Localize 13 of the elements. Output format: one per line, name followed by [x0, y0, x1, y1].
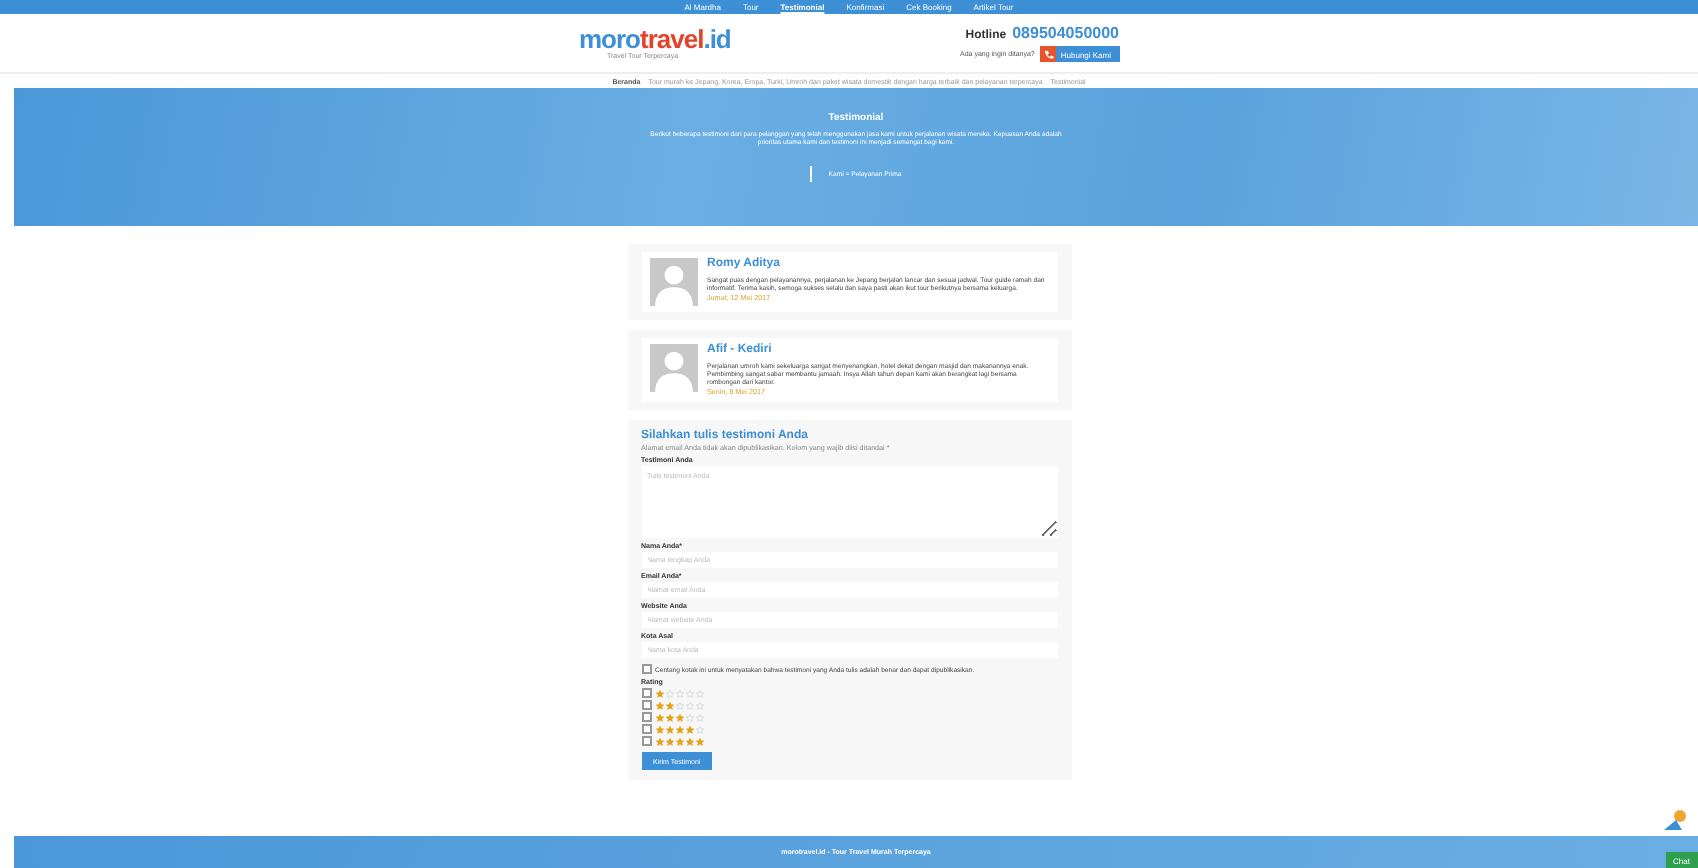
logo-text: morotravel.id: [579, 26, 731, 52]
avatar-silhouette-icon: [649, 258, 697, 306]
agree-checkbox[interactable]: [641, 664, 651, 675]
rating-radio[interactable]: [641, 736, 651, 747]
avatar-silhouette-icon: [649, 344, 697, 392]
hotline-number[interactable]: 089504050000: [1012, 24, 1119, 42]
rating-radio[interactable]: [641, 712, 651, 723]
rating-radio[interactable]: [641, 688, 651, 699]
mascot-drawing: [1662, 806, 1690, 834]
rating-radio[interactable]: [641, 700, 651, 711]
star-icon: [655, 689, 663, 698]
rating-radio[interactable]: [641, 724, 651, 735]
phone-icon: [1043, 49, 1054, 59]
